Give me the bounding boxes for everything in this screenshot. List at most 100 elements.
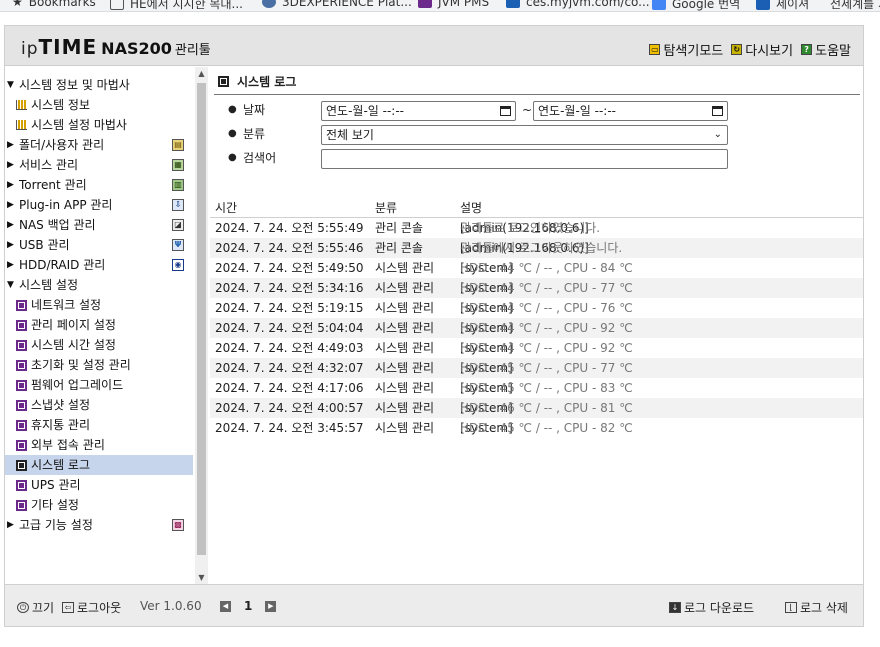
table-row[interactable]: 2024. 7. 24. 오전 5:49:50 시스템 관리 [system] HD… [210,258,863,278]
chart-icon [16,120,27,130]
tree-admin-page[interactable]: 관리 페이지 설정 [5,315,193,335]
table-row[interactable]: 2024. 7. 24. 오전 4:32:07 시스템 관리 [system] HD… [210,358,863,378]
bookmark-item[interactable]: Google 번역 [652,0,740,11]
folder-user-icon: ▤ [172,139,184,151]
help-link[interactable]: ? 도움말 [801,40,851,59]
tree-other-settings[interactable]: 기타 설정 [5,495,193,515]
reload-link[interactable]: ↻ 다시보기 [731,40,793,59]
scroll-down-arrow-icon[interactable]: ▼ [195,571,208,584]
current-page[interactable]: 1 [244,599,252,613]
page-icon [110,0,124,10]
tree-setup-wizard[interactable]: 시스템 설정 마법사 [5,115,193,135]
logout-button[interactable]: ⇦ 로그아웃 [62,599,121,616]
settings-icon [16,360,27,371]
table-row[interactable]: 2024. 7. 24. 오전 5:55:49 관리 콘솔 [admin(192.1… [210,218,863,238]
tree-torrent[interactable]: ▶ Torrent 관리 ▥ [5,175,193,195]
bullet-icon: ● [228,152,237,163]
column-header-time[interactable]: 시간 [215,198,237,218]
date-filter-row: ● 날짜 연도-월-일 --:-- ~ 연도-월-일 --:-- [220,99,840,121]
tree-system-time[interactable]: 시스템 시간 설정 [5,335,193,355]
table-row[interactable]: 2024. 7. 24. 오전 4:00:57 시스템 관리 [system] HD… [210,398,863,418]
tree-advanced[interactable]: ▶ 고급 기능 설정 ▩ [5,515,193,535]
jvm-icon [756,0,770,10]
app-footer: ⏻ 끄기 ⇦ 로그아웃 Ver 1.0.60 ◀ 1 ▶ ↓ 로그 다운로드 ⌊… [5,584,863,626]
download-log-button[interactable]: ↓ 로그 다운로드 [669,599,754,616]
table-row[interactable]: 2024. 7. 24. 오전 3:45:57 시스템 관리 [system] HD… [210,418,863,438]
settings-icon [16,480,27,491]
table-row[interactable]: 2024. 7. 24. 오전 5:34:16 시스템 관리 [system] HD… [210,278,863,298]
tree-hdd-raid[interactable]: ▶ HDD/RAID 관리 ◉ [5,255,193,275]
next-page-icon[interactable]: ▶ [265,600,277,612]
table-row[interactable]: 2024. 7. 24. 오전 5:19:15 시스템 관리 [system] HD… [210,298,863,318]
settings-icon [16,460,27,471]
folder-icon: ▭ [649,44,661,55]
jvm-icon [506,0,520,8]
pagination: ◀ 1 ▶ [220,599,277,613]
bookmark-item[interactable]: 세이셔 [756,0,809,11]
scroll-up-arrow-icon[interactable]: ▲ [195,67,208,80]
expand-triangle-icon: ▶ [7,220,14,230]
version-label: Ver 1.0.60 [140,599,202,613]
bookmark-item[interactable]: ★ Bookmarks [12,0,96,9]
sidebar-scrollbar[interactable]: ▲ ▼ [195,67,208,584]
collapse-triangle-icon: ▼ [7,280,14,290]
date-from-input[interactable]: 연도-월-일 --:-- [321,101,516,121]
settings-icon [16,340,27,351]
table-row[interactable]: 2024. 7. 24. 오전 5:55:46 관리 콘솔 [admin(192.1… [210,238,863,258]
search-filter-row: ● 검색어 [220,147,840,169]
tree-firmware[interactable]: 펌웨어 업그레이드 [5,375,193,395]
search-input[interactable] [321,149,728,169]
tree-nas-backup[interactable]: ▶ NAS 백업 관리 ◪ [5,215,193,235]
tree-usb[interactable]: ▶ USB 관리 Ψ [5,235,193,255]
bookmark-item[interactable]: ces.myjvm.com/co... [506,0,650,9]
delete-log-button[interactable]: ⌊ 로그 삭제 [785,599,848,616]
prev-page-icon[interactable]: ◀ [220,600,231,612]
bullet-icon: ● [228,104,237,115]
bookmark-item[interactable]: 전세계를 가... [830,0,880,11]
bookmark-item[interactable]: 3DEXPERIENCE Plat... [262,0,412,9]
tree-reset[interactable]: 초기화 및 설정 관리 [5,355,193,375]
expand-triangle-icon: ▶ [7,180,14,190]
tree-system-log[interactable]: 시스템 로그 [5,455,193,475]
tree-trash[interactable]: 휴지통 관리 [5,415,193,435]
tree-system-info[interactable]: ▼ 시스템 정보 및 마법사 [5,75,193,95]
expand-triangle-icon: ▶ [7,140,14,150]
delete-icon: ⌊ [785,602,797,613]
tree-service[interactable]: ▶ 서비스 관리 ▦ [5,155,193,175]
3ds-icon [262,0,276,8]
tree-system-settings[interactable]: ▼ 시스템 설정 [5,275,193,295]
bookmark-item[interactable]: JVM PMS [418,0,489,9]
settings-icon [16,440,27,451]
collapse-triangle-icon: ▼ [7,80,14,90]
hdd-icon: ◉ [172,259,184,271]
scrollbar-thumb[interactable] [197,83,206,555]
calendar-icon[interactable] [500,106,511,116]
plugin-icon: ⇩ [172,199,184,211]
settings-icon [16,320,27,331]
tree-snapshot[interactable]: 스냅샷 설정 [5,395,193,415]
power-icon: ⏻ [17,602,29,613]
chart-icon [16,100,27,110]
category-select[interactable]: 전체 보기 ⌄ [321,125,728,145]
tree-remote-access[interactable]: 외부 접속 관리 [5,435,193,455]
tree-system-info-item[interactable]: 시스템 정보 [5,95,193,115]
category-filter-row: ● 분류 전체 보기 ⌄ [220,123,840,145]
sidebar-tree: ▼ 시스템 정보 및 마법사 시스템 정보 시스템 설정 마법사 ▶ 폴더/사용… [5,67,193,584]
column-header-category[interactable]: 분류 [375,198,397,218]
tree-network[interactable]: 네트워크 설정 [5,295,193,315]
date-to-input[interactable]: 연도-월-일 --:-- [533,101,728,121]
tree-folder-user[interactable]: ▶ 폴더/사용자 관리 ▤ [5,135,193,155]
bookmark-item[interactable]: HE에서 지시한 목대... [110,0,243,11]
tree-plugin[interactable]: ▶ Plug-in APP 관리 ⇩ [5,195,193,215]
navigator-mode-link[interactable]: ▭ 탐색기모드 [649,40,723,59]
power-off-button[interactable]: ⏻ 끄기 [17,599,54,616]
table-row[interactable]: 2024. 7. 24. 오전 5:04:04 시스템 관리 [system] HD… [210,318,863,338]
table-row[interactable]: 2024. 7. 24. 오전 4:49:03 시스템 관리 [system] HD… [210,338,863,358]
calendar-icon[interactable] [712,106,723,116]
tree-ups[interactable]: UPS 관리 [5,475,193,495]
column-header-description[interactable]: 설명 [460,198,482,218]
logout-icon: ⇦ [62,602,74,613]
help-icon: ? [801,44,813,55]
table-row[interactable]: 2024. 7. 24. 오전 4:17:06 시스템 관리 [system] HD… [210,378,863,398]
nas-admin-window: ip TIME NAS200 관리툴 ▭ 탐색기모드 ↻ 다시보기 ? 도움말 … [4,25,864,627]
